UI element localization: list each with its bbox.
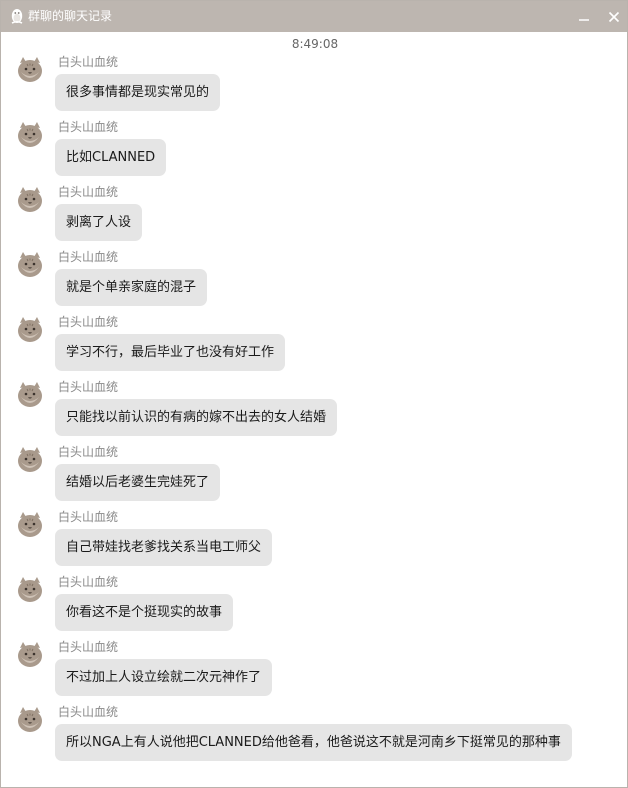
message-bubble: 不过加上人设立绘就二次元神作了 (55, 659, 273, 696)
sender-name[interactable]: 白头山血统 (58, 54, 118, 70)
message-item: 白头山血统就是个单亲家庭的混子 (1, 249, 627, 311)
chat-history-window: 群聊的聊天记录 8:49:08 白头山血统 很多事情都是现实常见的 白头山血统 比如C… (0, 0, 628, 788)
message-item: 白头山血统剥离了人设 (1, 184, 627, 246)
sender-name[interactable]: 白头山血统 (58, 119, 118, 135)
chat-log[interactable]: 8:49:08 白头山血统 很多事情都是现实常见的 白头山血统 比如CLANNED 白头… (1, 32, 627, 788)
sender-name[interactable]: 白头山血统 (58, 574, 118, 590)
message-bubble: 比如CLANNED (55, 139, 167, 176)
sender-avatar[interactable] (15, 444, 45, 474)
message-bubble: 自己带娃找老爹找关系当电工师父 (55, 529, 273, 566)
message-bubble: 结婚以后老婆生完娃死了 (55, 464, 221, 501)
qq-penguin-icon (8, 7, 26, 25)
sender-avatar[interactable] (15, 639, 45, 669)
minimize-button[interactable] (573, 6, 595, 28)
sender-avatar[interactable] (15, 379, 45, 409)
message-item: 白头山血统不过加上人设立绘就二次元神作了 (1, 639, 627, 701)
sender-avatar[interactable] (15, 184, 45, 214)
message-timestamp: 8:49:08 (291, 37, 339, 51)
sender-name[interactable]: 白头山血统 (58, 184, 118, 200)
message-item: 白头山血统很多事情都是现实常见的 (1, 54, 627, 116)
sender-avatar[interactable] (15, 509, 45, 539)
title-bar[interactable]: 群聊的聊天记录 (1, 1, 627, 32)
message-item: 白头山血统只能找以前认识的有病的嫁不出去的女人结婚 (1, 379, 627, 441)
sender-avatar[interactable] (15, 54, 45, 84)
message-bubble: 就是个单亲家庭的混子 (55, 269, 208, 306)
message-item: 白头山血统自己带娃找老爹找关系当电工师父 (1, 509, 627, 571)
sender-name[interactable]: 白头山血统 (58, 509, 118, 525)
message-item: 白头山血统学习不行，最后毕业了也没有好工作 (1, 314, 627, 376)
sender-avatar[interactable] (15, 704, 45, 734)
minimize-icon (578, 8, 590, 27)
window-title: 群聊的聊天记录 (28, 9, 113, 23)
close-icon (608, 8, 620, 27)
message-item: 白头山血统你看这不是个挺现实的故事 (1, 574, 627, 636)
message-bubble: 很多事情都是现实常见的 (55, 74, 221, 111)
message-item: 白头山血统所以NGA上有人说他把CLANNED给他爸看，他爸说这不就是河南乡下挺… (1, 704, 627, 766)
sender-name[interactable]: 白头山血统 (58, 704, 118, 720)
sender-avatar[interactable] (15, 119, 45, 149)
message-bubble: 所以NGA上有人说他把CLANNED给他爸看，他爸说这不就是河南乡下挺常见的那种… (55, 724, 572, 761)
sender-avatar[interactable] (15, 314, 45, 344)
message-item: 白头山血统比如CLANNED (1, 119, 627, 181)
message-bubble: 剥离了人设 (55, 204, 143, 241)
message-item: 白头山血统结婚以后老婆生完娃死了 (1, 444, 627, 506)
sender-name[interactable]: 白头山血统 (58, 249, 118, 265)
message-bubble: 学习不行，最后毕业了也没有好工作 (55, 334, 286, 371)
message-bubble: 只能找以前认识的有病的嫁不出去的女人结婚 (55, 399, 338, 436)
message-bubble: 你看这不是个挺现实的故事 (55, 594, 234, 631)
sender-name[interactable]: 白头山血统 (58, 379, 118, 395)
sender-avatar[interactable] (15, 574, 45, 604)
close-button[interactable] (603, 6, 625, 28)
sender-name[interactable]: 白头山血统 (58, 639, 118, 655)
sender-name[interactable]: 白头山血统 (58, 314, 118, 330)
sender-avatar[interactable] (15, 249, 45, 279)
sender-name[interactable]: 白头山血统 (58, 444, 118, 460)
